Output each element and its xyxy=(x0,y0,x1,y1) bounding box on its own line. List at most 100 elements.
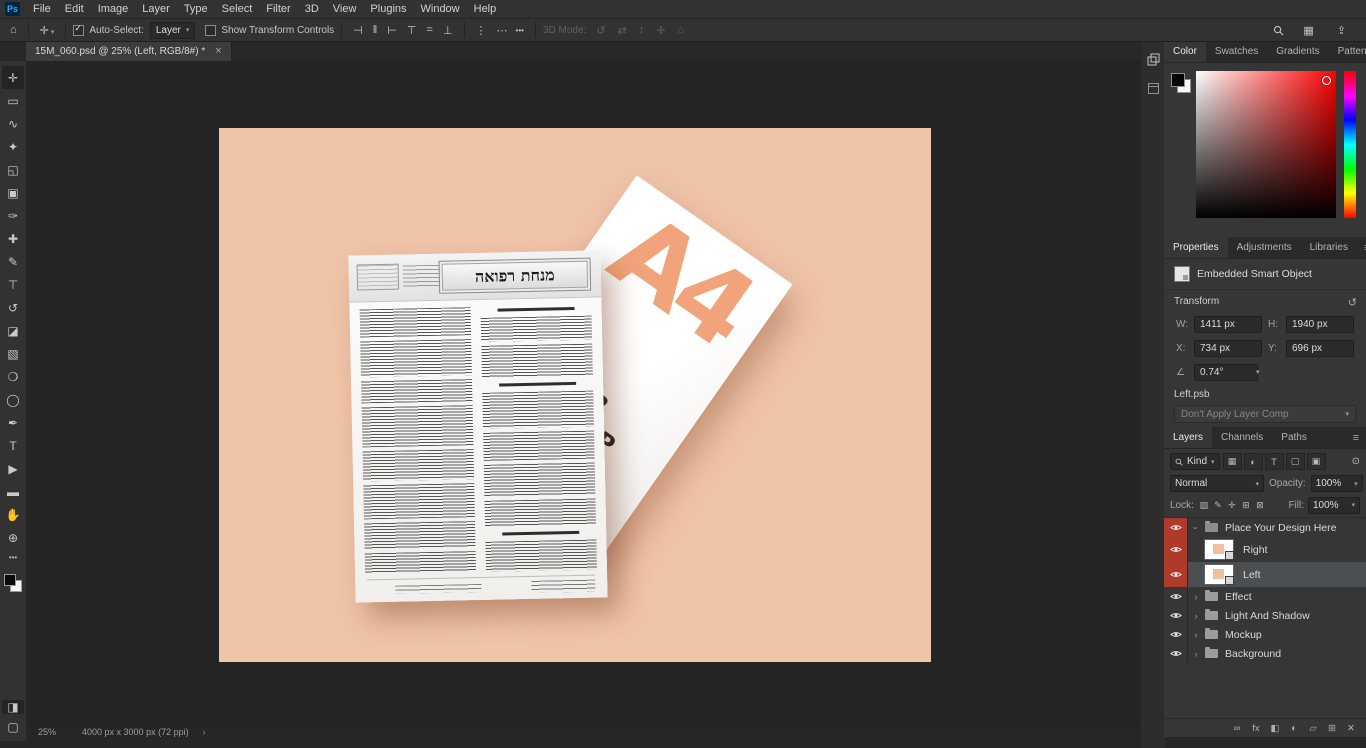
color-picker-ring[interactable] xyxy=(1322,76,1331,85)
filter-type-layers-icon[interactable]: T xyxy=(1264,453,1284,470)
reset-transform-icon[interactable]: ↺ xyxy=(1348,296,1357,309)
layer-row[interactable]: › Left xyxy=(1164,562,1366,587)
menu-item[interactable]: Edit xyxy=(58,0,91,18)
visibility-eye-icon[interactable] xyxy=(1164,644,1188,663)
menu-item[interactable]: View xyxy=(326,0,364,18)
close-tab-icon[interactable]: × xyxy=(215,46,221,57)
auto-select-target-dropdown[interactable]: Layer ▾ xyxy=(149,21,196,39)
screen-mode-icon[interactable]: ▢ xyxy=(2,720,24,734)
visibility-eye-icon[interactable] xyxy=(1164,606,1188,625)
menu-item[interactable]: Window xyxy=(414,0,467,18)
distribute-vertical-icon[interactable]: ⋮ xyxy=(472,24,491,37)
layers-panel-tab[interactable]: Channels xyxy=(1212,427,1272,448)
auto-select-checkbox[interactable] xyxy=(73,23,85,36)
expand-panels-icon[interactable] xyxy=(1147,53,1160,66)
width-field[interactable]: 1411 px xyxy=(1194,316,1262,333)
search-icon[interactable] xyxy=(1273,25,1284,36)
layer-filter-kind-dropdown[interactable]: Kind ▾ xyxy=(1170,453,1220,470)
frame-tool[interactable]: ▣ xyxy=(2,181,24,204)
filter-smart-objects-icon[interactable]: ▣ xyxy=(1306,453,1326,470)
lasso-tool[interactable]: ∿ xyxy=(2,112,24,135)
menu-item[interactable]: Help xyxy=(467,0,504,18)
dodge-tool[interactable]: ◯ xyxy=(2,388,24,411)
filter-pixel-layers-icon[interactable]: ▦ xyxy=(1222,453,1242,470)
quick-mask-icon[interactable]: ◨ xyxy=(2,700,24,714)
layer-effects-icon[interactable]: fx xyxy=(1249,723,1263,734)
layer-filter-toggle-icon[interactable]: ⊙ xyxy=(1352,456,1360,467)
layer-row[interactable]: › Background xyxy=(1164,644,1366,663)
height-field[interactable]: 1940 px xyxy=(1286,316,1354,333)
lock-all-icon[interactable]: ⊠ xyxy=(1254,500,1266,511)
gradient-tool[interactable]: ▧ xyxy=(2,342,24,365)
properties-panel-tab[interactable]: Libraries xyxy=(1301,237,1357,258)
color-panel-tab[interactable]: Color xyxy=(1164,41,1206,62)
visibility-eye-icon[interactable] xyxy=(1164,562,1188,587)
layer-thumbnail[interactable] xyxy=(1204,539,1234,560)
menu-item[interactable]: Image xyxy=(91,0,136,18)
x-field[interactable]: 734 px xyxy=(1194,340,1262,357)
align-bottom-icon[interactable]: ⊥ xyxy=(439,24,457,37)
type-tool[interactable]: T xyxy=(2,434,24,457)
foreground-color-chip[interactable] xyxy=(1171,73,1185,87)
layers-panel-tab[interactable]: Layers xyxy=(1164,427,1213,448)
distribute-horizontal-icon[interactable]: ⋯ xyxy=(493,24,512,37)
menu-item[interactable]: Plugins xyxy=(363,0,413,18)
expand-arrow-icon[interactable]: › xyxy=(1190,649,1202,659)
shape-tool[interactable]: ▬ xyxy=(2,480,24,503)
color-panel-tab[interactable]: Swatches xyxy=(1206,41,1267,62)
align-right-icon[interactable]: ⊢ xyxy=(383,24,401,37)
panel-menu-icon[interactable]: ≡ xyxy=(1357,242,1366,254)
opacity-field[interactable]: 100% ▾ xyxy=(1310,475,1363,492)
menu-item[interactable]: Type xyxy=(177,0,215,18)
foreground-color-swatch[interactable] xyxy=(4,574,16,586)
layer-thumbnail[interactable] xyxy=(1204,564,1234,585)
properties-panel-tab[interactable]: Properties xyxy=(1164,237,1228,258)
hand-tool[interactable]: ✋ xyxy=(2,503,24,526)
zoom-tool[interactable]: ⊕ xyxy=(2,526,24,549)
add-layer-mask-icon[interactable]: ◧ xyxy=(1268,723,1282,734)
lock-position-icon[interactable]: ✛ xyxy=(1226,500,1238,511)
show-transform-checkbox[interactable] xyxy=(205,24,217,36)
clone-stamp-tool[interactable]: ⊤ xyxy=(2,273,24,296)
document-tab[interactable]: 15M_060.psd @ 25% (Left, RGB/8#) * × xyxy=(26,41,232,61)
eraser-tool[interactable]: ◪ xyxy=(2,319,24,342)
fill-field[interactable]: 100% ▾ xyxy=(1308,496,1360,514)
delete-layer-icon[interactable]: ✕ xyxy=(1344,723,1358,734)
expand-arrow-icon[interactable]: › xyxy=(1190,592,1202,602)
blend-mode-dropdown[interactable]: Normal ▾ xyxy=(1170,475,1264,492)
layer-row[interactable]: › Place Your Design Here xyxy=(1164,518,1366,537)
visibility-eye-icon[interactable] xyxy=(1164,537,1188,562)
menu-item[interactable]: Layer xyxy=(135,0,177,18)
angle-field[interactable]: 0.74° xyxy=(1194,364,1258,381)
history-brush-tool[interactable]: ↺ xyxy=(2,296,24,319)
visibility-eye-icon[interactable] xyxy=(1164,518,1188,537)
panel-menu-icon[interactable]: ≡ xyxy=(1346,432,1366,444)
layer-row[interactable]: › Light And Shadow xyxy=(1164,606,1366,625)
blur-tool[interactable]: ❍ xyxy=(2,365,24,388)
share-icon[interactable]: ⇪ xyxy=(1333,24,1350,37)
filter-adjustment-layers-icon[interactable]: ◐ xyxy=(1243,453,1263,470)
lock-pixels-icon[interactable]: ✎ xyxy=(1212,500,1224,511)
new-group-icon[interactable]: ▱ xyxy=(1306,723,1320,734)
color-panel-swatches[interactable] xyxy=(1171,73,1191,93)
color-panel-tab[interactable]: Gradients xyxy=(1267,41,1328,62)
visibility-eye-icon[interactable] xyxy=(1164,625,1188,644)
saturation-brightness-field[interactable] xyxy=(1196,71,1336,218)
visibility-eye-icon[interactable] xyxy=(1164,587,1188,606)
lock-artboard-icon[interactable]: ⊞ xyxy=(1240,500,1252,511)
menu-item[interactable]: Filter xyxy=(259,0,297,18)
move-tool-preset-icon[interactable]: ✛ ▾ xyxy=(36,24,59,37)
layers-panel-tab[interactable]: Paths xyxy=(1272,427,1316,448)
filter-shape-layers-icon[interactable]: ▢ xyxy=(1285,453,1305,470)
layer-comp-dropdown[interactable]: Don't Apply Layer Comp ▾ xyxy=(1174,405,1356,423)
align-left-icon[interactable]: ⊣ xyxy=(349,24,367,37)
crop-tool[interactable]: ◱ xyxy=(2,158,24,181)
layer-row[interactable]: › Right xyxy=(1164,537,1366,562)
align-top-icon[interactable]: ⊤ xyxy=(403,24,421,37)
eyedropper-tool[interactable]: ✑ xyxy=(2,204,24,227)
canvas-area[interactable]: A4 PSDCOVERMOCKUP מנחת רפואה xyxy=(26,61,1140,726)
home-icon[interactable]: ⌂ xyxy=(6,24,21,36)
brush-tool[interactable]: ✎ xyxy=(2,250,24,273)
menu-item[interactable]: Select xyxy=(215,0,260,18)
lock-transparency-icon[interactable]: ▨ xyxy=(1198,500,1210,511)
